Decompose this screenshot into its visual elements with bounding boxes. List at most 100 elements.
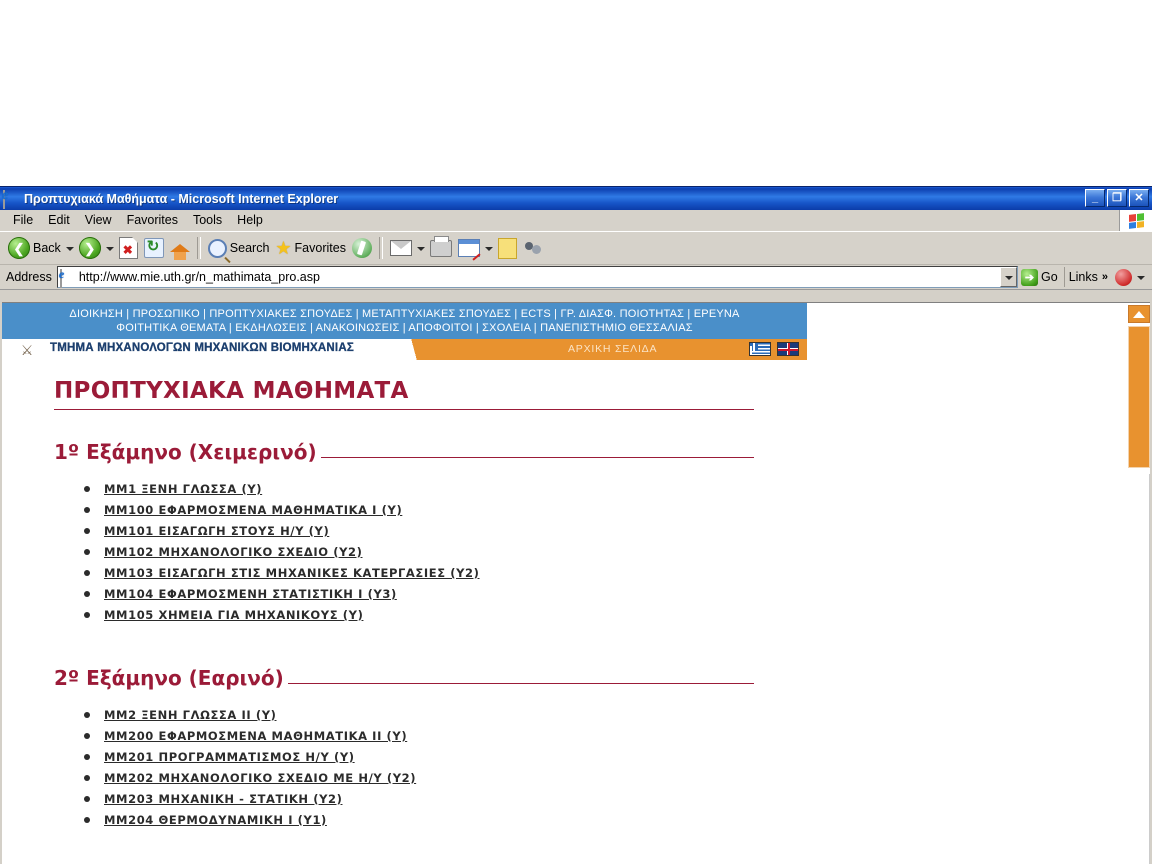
stop-icon: ✖ bbox=[118, 237, 138, 259]
address-input[interactable]: http://www.mie.uth.gr/n_mathimata_pro.as… bbox=[56, 266, 1018, 288]
list-item[interactable]: ΜΜ104 ΕΦΑΡΜΟΣΜΕΝΗ ΣΤΑΤΙΣΤΙΚΗ Ι (Υ3) bbox=[84, 587, 1150, 601]
menu-item-tools[interactable]: Tools bbox=[186, 212, 230, 229]
bullet-icon bbox=[84, 733, 90, 739]
course-link[interactable]: ΜΜ200 ΕΦΑΡΜΟΣΜΕΝΑ ΜΑΘΗΜΑΤΙΚΑ ΙΙ (Υ) bbox=[104, 729, 407, 743]
course-link[interactable]: ΜΜ1 ΞΕΝΗ ΓΛΩΣΣΑ (Υ) bbox=[104, 482, 262, 496]
banner-orange-wedge bbox=[374, 339, 454, 360]
menu-item-file[interactable]: File bbox=[6, 212, 41, 229]
course-link[interactable]: ΜΜ103 ΕΙΣΑΓΩΓΗ ΣΤΙΣ ΜΗΧΑΝΙΚΕΣ ΚΑΤΕΡΓΑΣΙΕ… bbox=[104, 566, 480, 580]
window-title: Προπτυχιακά Μαθήματα - Microsoft Interne… bbox=[24, 191, 339, 206]
course-link[interactable]: ΜΜ201 ΠΡΟΓΡΑΜΜΑΤΙΣΜΟΣ Η/Υ (Υ) bbox=[104, 750, 355, 764]
list-item[interactable]: ΜΜ1 ΞΕΝΗ ΓΛΩΣΣΑ (Υ) bbox=[84, 482, 1150, 496]
acrobat-toolbar-button[interactable] bbox=[1112, 264, 1150, 290]
list-item[interactable]: ΜΜ105 ΧΗΜΕΙΑ ΓΙΑ ΜΗΧΑΝΙΚΟΥΣ (Υ) bbox=[84, 608, 1150, 622]
browser-toolbar: ❮ Back ❯ ✖ Search ★ Favorites bbox=[0, 232, 1152, 265]
messenger-button[interactable] bbox=[520, 235, 546, 261]
favorites-button[interactable]: ★ Favorites bbox=[272, 235, 349, 261]
course-link[interactable]: ΜΜ203 ΜΗΧΑΝΙΚΗ - ΣΤΑΤΙΚΗ (Υ2) bbox=[104, 792, 342, 806]
site-top-nav: ΔΙΟΙΚΗΣΗ | ΠΡΟΣΩΠΙΚΟ | ΠΡΟΠΤΥΧΙΑΚΕΣ ΣΠΟΥ… bbox=[2, 303, 807, 339]
address-dropdown-button[interactable] bbox=[1000, 267, 1017, 287]
search-button[interactable]: Search bbox=[205, 235, 273, 261]
back-label: Back bbox=[33, 241, 61, 255]
page-scrollbar[interactable] bbox=[1127, 303, 1150, 474]
favorites-label: Favorites bbox=[294, 241, 346, 255]
page-title: ΠΡΟΠΤΥΧΙΑΚΑ ΜΑΘΗΜΑΤΑ bbox=[54, 378, 409, 404]
semester-1-heading: 1º Εξάμηνο (Χειμερινό) bbox=[54, 440, 754, 464]
menu-item-help[interactable]: Help bbox=[230, 212, 271, 229]
course-link[interactable]: ΜΜ101 ΕΙΣΑΓΩΓΗ ΣΤΟΥΣ Η/Υ (Υ) bbox=[104, 524, 329, 538]
go-button[interactable]: ➔ Go bbox=[1018, 268, 1064, 286]
print-button[interactable] bbox=[427, 235, 455, 261]
list-item[interactable]: ΜΜ201 ΠΡΟΓΡΑΜΜΑΤΙΣΜΟΣ Η/Υ (Υ) bbox=[84, 750, 1150, 764]
semester-1-title: 1º Εξάμηνο (Χειμερινό) bbox=[54, 440, 317, 464]
course-link[interactable]: ΜΜ104 ΕΦΑΡΜΟΣΜΕΝΗ ΣΤΑΤΙΣΤΙΚΗ Ι (Υ3) bbox=[104, 587, 397, 601]
page-title-rule bbox=[54, 409, 754, 410]
maximize-button[interactable]: ❐ bbox=[1107, 189, 1127, 207]
minimize-button[interactable]: _ bbox=[1085, 189, 1105, 207]
semester-1-course-list: ΜΜ1 ΞΕΝΗ ΓΛΩΣΣΑ (Υ) ΜΜ100 ΕΦΑΡΜΟΣΜΕΝΑ ΜΑ… bbox=[54, 482, 1150, 622]
scroll-up-arrow-icon bbox=[1133, 310, 1145, 318]
language-flags bbox=[749, 342, 799, 356]
refresh-button[interactable] bbox=[141, 235, 167, 261]
course-link[interactable]: ΜΜ102 ΜΗΧΑΝΟΛΟΓΙΚΟ ΣΧΕΔΙΟ (Υ2) bbox=[104, 545, 362, 559]
stop-button[interactable]: ✖ bbox=[116, 235, 141, 261]
list-item[interactable]: ΜΜ204 ΘΕΡΜΟΔΥΝΑΜΙΚΗ Ι (Υ1) bbox=[84, 813, 1150, 827]
course-link[interactable]: ΜΜ2 ΞΕΝΗ ΓΛΩΣΣΑ ΙΙ (Υ) bbox=[104, 708, 277, 722]
notes-button[interactable] bbox=[495, 235, 520, 261]
list-item[interactable]: ΜΜ100 ΕΦΑΡΜΟΣΜΕΝΑ ΜΑΘΗΜΑΤΙΚΑ Ι (Υ) bbox=[84, 503, 1150, 517]
home-button[interactable] bbox=[167, 235, 193, 261]
menu-item-view[interactable]: View bbox=[78, 212, 120, 229]
edit-button[interactable] bbox=[455, 235, 483, 261]
search-icon bbox=[207, 238, 227, 258]
notes-icon bbox=[497, 237, 517, 259]
go-label: Go bbox=[1041, 270, 1058, 284]
ie-page-icon bbox=[59, 268, 76, 288]
acrobat-icon bbox=[1115, 268, 1132, 286]
course-link[interactable]: ΜΜ202 ΜΗΧΑΝΟΛΟΓΙΚΟ ΣΧΕΔΙΟ ΜΕ Η/Υ (Υ2) bbox=[104, 771, 416, 785]
bullet-icon bbox=[84, 549, 90, 555]
uk-flag-icon[interactable] bbox=[777, 342, 799, 356]
list-item[interactable]: ΜΜ200 ΕΦΑΡΜΟΣΜΕΝΑ ΜΑΘΗΜΑΤΙΚΑ ΙΙ (Υ) bbox=[84, 729, 1150, 743]
media-button[interactable] bbox=[349, 235, 375, 261]
acrobat-dropdown-icon bbox=[1137, 276, 1145, 280]
viewport-right-edge bbox=[1149, 474, 1150, 864]
address-label: Address bbox=[6, 270, 52, 284]
menu-item-edit[interactable]: Edit bbox=[41, 212, 78, 229]
bullet-icon bbox=[84, 591, 90, 597]
menu-item-favorites[interactable]: Favorites bbox=[120, 212, 186, 229]
links-button[interactable]: Links » bbox=[1063, 267, 1112, 287]
back-button[interactable]: ❮ Back bbox=[5, 235, 64, 261]
course-link[interactable]: ΜΜ105 ΧΗΜΕΙΑ ΓΙΑ ΜΗΧΑΝΙΚΟΥΣ (Υ) bbox=[104, 608, 363, 622]
favorites-star-icon: ★ bbox=[275, 238, 292, 258]
list-item[interactable]: ΜΜ203 ΜΗΧΑΝΙΚΗ - ΣΤΑΤΙΚΗ (Υ2) bbox=[84, 792, 1150, 806]
list-item[interactable]: ΜΜ2 ΞΕΝΗ ΓΛΩΣΣΑ ΙΙ (Υ) bbox=[84, 708, 1150, 722]
site-nav-row-1[interactable]: ΔΙΟΙΚΗΣΗ | ΠΡΟΣΩΠΙΚΟ | ΠΡΟΠΤΥΧΙΑΚΕΣ ΣΠΟΥ… bbox=[2, 307, 807, 321]
site-home-link[interactable]: ΑΡΧΙΚΗ ΣΕΛΙΔΑ bbox=[568, 343, 657, 355]
forward-dropdown-icon[interactable] bbox=[105, 247, 114, 251]
course-link[interactable]: ΜΜ100 ΕΦΑΡΜΟΣΜΕΝΑ ΜΑΘΗΜΑΤΙΚΑ Ι (Υ) bbox=[104, 503, 402, 517]
greek-flag-icon[interactable] bbox=[749, 342, 771, 356]
green-arrow-icon: ➔ bbox=[1021, 268, 1038, 286]
list-item[interactable]: ΜΜ102 ΜΗΧΑΝΟΛΟΓΙΚΟ ΣΧΕΔΙΟ (Υ2) bbox=[84, 545, 1150, 559]
bullet-icon bbox=[84, 528, 90, 534]
forward-button[interactable]: ❯ bbox=[76, 235, 104, 261]
site-nav-row-2[interactable]: ΦΟΙΤΗΤΙΚΑ ΘΕΜΑΤΑ | ΕΚΔΗΛΩΣΕΙΣ | ΑΝΑΚΟΙΝΩ… bbox=[2, 321, 807, 335]
semester-2-course-list: ΜΜ2 ΞΕΝΗ ΓΛΩΣΣΑ ΙΙ (Υ) ΜΜ200 ΕΦΑΡΜΟΣΜΕΝΑ… bbox=[54, 708, 1150, 827]
list-item[interactable]: ΜΜ101 ΕΙΣΑΓΩΓΗ ΣΤΟΥΣ Η/Υ (Υ) bbox=[84, 524, 1150, 538]
scroll-thumb[interactable] bbox=[1128, 326, 1150, 468]
close-button[interactable]: ✕ bbox=[1129, 189, 1149, 207]
mail-icon bbox=[389, 240, 412, 256]
print-icon bbox=[429, 235, 452, 257]
page-content: ΠΡΟΠΤΥΧΙΑΚΑ ΜΑΘΗΜΑΤΑ 1º Εξάμηνο (Χειμερι… bbox=[2, 360, 1150, 827]
course-link[interactable]: ΜΜ204 ΘΕΡΜΟΔΥΝΑΜΙΚΗ Ι (Υ1) bbox=[104, 813, 327, 827]
chevron-down-icon bbox=[1004, 276, 1013, 280]
scroll-up-button[interactable] bbox=[1128, 305, 1150, 323]
semester-2-rule bbox=[287, 683, 754, 684]
links-chevron-icon: » bbox=[1101, 271, 1108, 283]
list-item[interactable]: ΜΜ103 ΕΙΣΑΓΩΓΗ ΣΤΙΣ ΜΗΧΑΝΙΚΕΣ ΚΑΤΕΡΓΑΣΙΕ… bbox=[84, 566, 1150, 580]
list-item[interactable]: ΜΜ202 ΜΗΧΑΝΟΛΟΓΙΚΟ ΣΧΕΔΙΟ ΜΕ Η/Υ (Υ2) bbox=[84, 771, 1150, 785]
back-dropdown-icon[interactable] bbox=[65, 247, 74, 251]
mail-dropdown-icon[interactable] bbox=[416, 247, 425, 251]
mail-button[interactable] bbox=[387, 235, 415, 261]
edit-dropdown-icon[interactable] bbox=[484, 247, 493, 251]
